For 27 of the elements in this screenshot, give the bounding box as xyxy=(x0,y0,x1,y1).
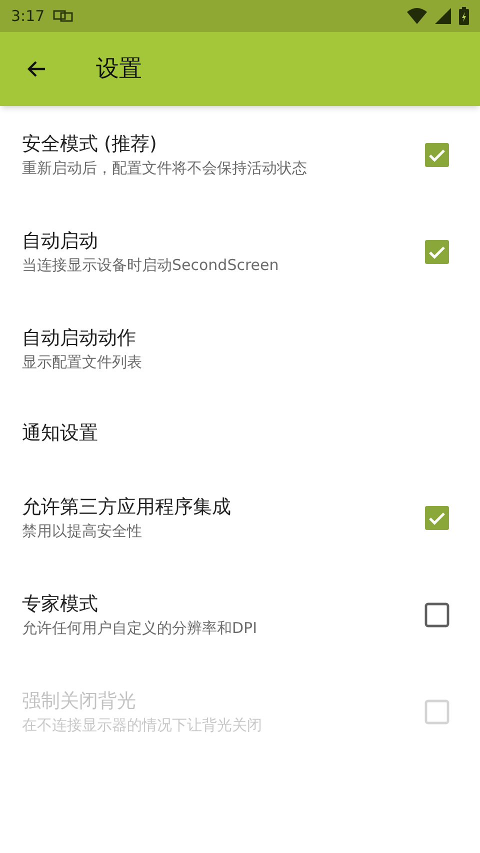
setting-row[interactable]: 通知设置 xyxy=(0,397,480,469)
setting-row[interactable]: 自动启动 当连接显示设备时启动SecondScreen xyxy=(0,203,480,300)
checkbox[interactable] xyxy=(424,142,450,168)
setting-title: 自动启动 xyxy=(22,228,99,254)
signal-icon xyxy=(435,8,451,24)
battery-icon xyxy=(459,7,469,25)
setting-title: 安全模式 (推荐) xyxy=(22,132,158,156)
setting-summary: 禁用以提高安全性 xyxy=(22,520,143,542)
setting-title: 允许第三方应用程序集成 xyxy=(22,494,232,520)
setting-row[interactable]: 专家模式 允许任何用户自定义的分辨率和DPI xyxy=(0,566,480,663)
checkbox[interactable] xyxy=(424,238,450,264)
setting-row[interactable]: 自动启动动作 显示配置文件列表 xyxy=(0,300,480,397)
setting-row[interactable]: 允许第三方应用程序集成 禁用以提高安全性 xyxy=(0,469,480,566)
setting-summary: 显示配置文件列表 xyxy=(22,352,143,372)
setting-title: 自动启动动作 xyxy=(22,326,137,350)
setting-row[interactable]: 安全模式 (推荐) 重新启动后，配置文件将不会保持活动状态 xyxy=(0,106,480,203)
screen-title: 设置 xyxy=(96,54,142,84)
clock: 3:17 xyxy=(11,6,45,27)
setting-summary: 重新启动后，配置文件将不会保持活动状态 xyxy=(22,158,308,178)
wifi-icon xyxy=(407,8,427,24)
setting-title: 通知设置 xyxy=(22,421,99,446)
setting-summary: 允许任何用户自定义的分辨率和DPI xyxy=(22,618,258,638)
setting-summary: 当连接显示设备时启动SecondScreen xyxy=(22,254,280,276)
checkbox[interactable] xyxy=(424,504,450,530)
setting-title: 专家模式 xyxy=(22,592,99,616)
checkbox[interactable] xyxy=(424,602,450,628)
setting-title: 强制关闭背光 xyxy=(22,688,137,714)
